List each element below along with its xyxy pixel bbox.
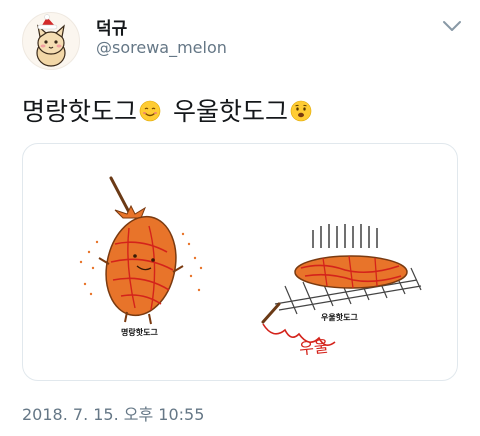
chevron-down-icon[interactable] — [440, 16, 464, 36]
right-image-caption: 우울핫도그 — [321, 313, 358, 322]
cat-with-santa-hat-icon — [36, 14, 66, 67]
user-handle[interactable]: @sorewa_melon — [96, 38, 227, 57]
right-image-scribble: 우울 — [298, 336, 330, 359]
frowning-face-icon — [290, 99, 312, 122]
tweet-timestamp[interactable]: 2018. 7. 15. 오후 10:55 — [22, 401, 204, 425]
tweet-text: 명랑핫도그 우울핫도그 — [22, 92, 318, 128]
tweet-text-part1: 명랑핫도그 — [22, 97, 138, 126]
tweet-card: 덕규 @sorewa_melon 명랑핫도그 우울핫도그 명랑핫도그 우울핫도그… — [0, 0, 480, 436]
display-name[interactable]: 덕규 — [96, 14, 127, 39]
smiling-face-icon — [139, 99, 161, 122]
happy-corndog-drawing — [79, 176, 203, 325]
sad-corndog-drawing — [261, 224, 422, 346]
tweet-text-part2: 우울핫도그 — [173, 97, 289, 126]
corndog-illustration — [79, 176, 422, 346]
attached-image[interactable]: 명랑핫도그 우울핫도그 우울 — [22, 143, 458, 381]
left-image-caption: 명랑핫도그 — [121, 328, 158, 337]
avatar[interactable] — [22, 12, 80, 70]
